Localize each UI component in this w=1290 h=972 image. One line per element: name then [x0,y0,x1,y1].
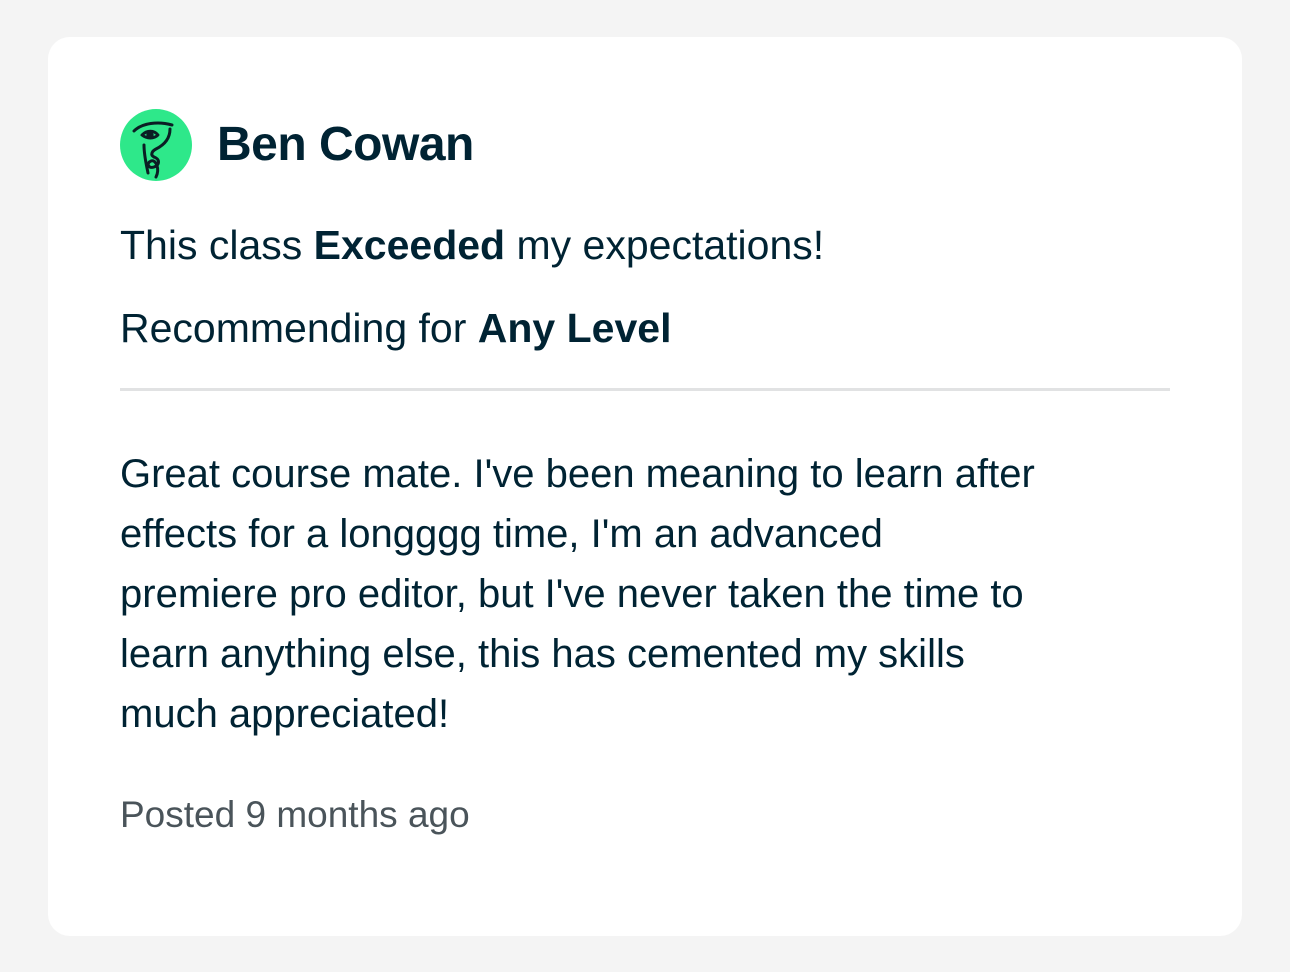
review-author: Ben Cowan [120,109,1170,181]
posted-timestamp: Posted 9 months ago [120,794,470,835]
rating-suffix: my expectations! [505,222,825,268]
recommendation-prefix: Recommending for [120,305,478,351]
avatar [120,109,192,181]
face-line-drawing-icon [132,121,174,179]
author-name: Ben Cowan [217,118,474,171]
review-body: Great course mate. I've been meaning to … [120,452,1035,736]
rating-prefix: This class [120,222,314,268]
recommendation-statement: Recommending for Any Level [120,308,1170,349]
recommendation-level: Any Level [477,305,672,351]
divider [120,388,1170,391]
review-card: Ben Cowan This class Exceeded my expecta… [48,37,1242,936]
rating-statement: This class Exceeded my expectations! [120,225,1170,266]
rating-value: Exceeded [313,222,506,268]
